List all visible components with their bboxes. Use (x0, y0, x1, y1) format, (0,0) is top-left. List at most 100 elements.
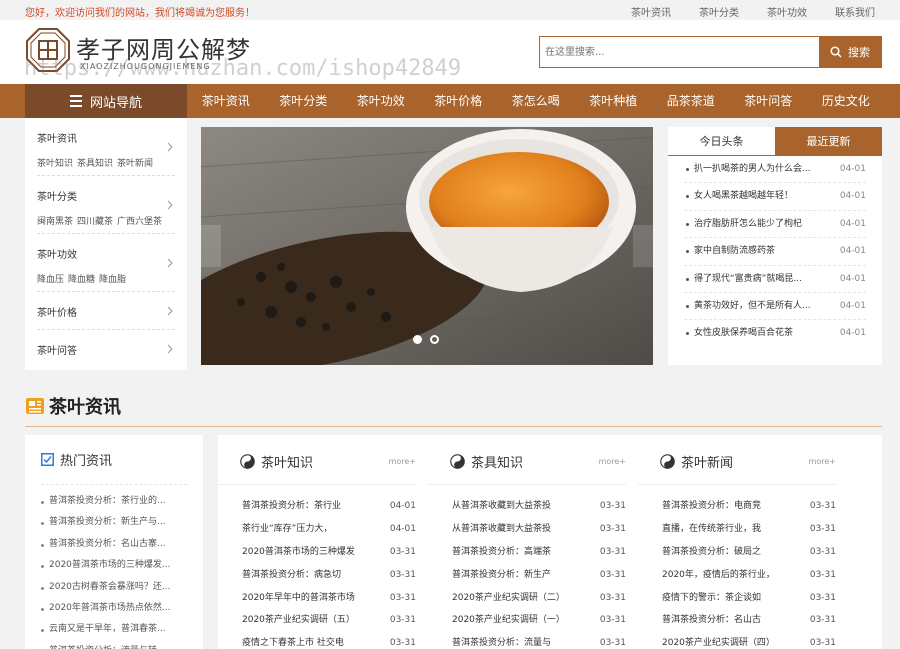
category-sub-link[interactable]: 闽南黑茶 (37, 214, 73, 227)
category-sub-link[interactable]: 茶叶新闻 (117, 156, 153, 169)
slider-prev-button[interactable] (201, 225, 221, 267)
slider-dot[interactable] (413, 335, 422, 344)
category-tea-categories[interactable]: 茶叶分类 闽南黑茶 四川藏茶 广西六堡茶 (37, 176, 175, 234)
list-item[interactable]: 普洱茶投资分析：茶行业的... (41, 491, 187, 512)
more-link[interactable]: more+ (809, 457, 836, 466)
slider-next-button[interactable] (633, 225, 653, 267)
nav-site-navigation[interactable]: 网站导航 (25, 84, 187, 118)
list-item[interactable]: 普洱茶投资分析：名山古寨... (41, 534, 187, 555)
list-item[interactable]: 治疗脂肪肝怎么能少了枸杞 04-01 (684, 211, 866, 239)
nav-item-tea-ceremony[interactable]: 品茶茶道 (652, 84, 730, 118)
category-sub-link[interactable]: 茶具知识 (77, 156, 113, 169)
welcome-text: 您好，欢迎访问我们的网站，我们将竭诚为您服务！ (25, 8, 255, 19)
search-button-label: 搜索 (848, 46, 870, 59)
list-item[interactable]: 扒一扒喝茶的男人为什么会... 04-01 (684, 156, 866, 184)
article-title: 普洱茶投资分析：新生产 (452, 569, 552, 580)
slider-dot[interactable] (430, 335, 439, 344)
category-tea-effects[interactable]: 茶叶功效 降血压 降血糖 降血脂 (37, 234, 175, 292)
list-item[interactable]: 疫情之下春茶上市 社交电 03-31 (218, 632, 416, 649)
category-sub-link[interactable]: 降血脂 (99, 272, 126, 285)
category-sub-link[interactable]: 降血压 (37, 272, 64, 285)
list-item[interactable]: 2020古树春茶会暴涨吗？还... (41, 577, 187, 598)
list-item[interactable]: 2020茶产业纪实调研（四） 03-31 (638, 632, 836, 649)
nav-item-tea-planting[interactable]: 茶叶种植 (575, 84, 653, 118)
nav-home-label: 网站导航 (89, 95, 142, 111)
list-item[interactable]: 普洱茶投资分析：病急切 03-31 (218, 564, 416, 587)
list-item[interactable]: 从普洱茶收藏到大益茶投 03-31 (428, 495, 626, 518)
top-link-tea-categories[interactable]: 茶叶分类 (699, 4, 739, 19)
nav-item-how-to-drink[interactable]: 茶怎么喝 (497, 84, 575, 118)
more-link[interactable]: more+ (389, 457, 416, 466)
list-item[interactable]: 普洱茶投资分析：新生产 03-31 (428, 564, 626, 587)
tab-latest-updates[interactable]: 最近更新 (775, 127, 882, 155)
search-icon (830, 46, 842, 58)
article-title: 普洱茶投资分析：名山古 (662, 615, 762, 626)
nav-item-tea-qa[interactable]: 茶叶问答 (730, 84, 808, 118)
top-bar: 您好，欢迎访问我们的网站，我们将竭诚为您服务！ 茶叶资讯 茶叶分类 茶叶功效 联… (0, 0, 900, 20)
list-item[interactable]: 普洱茶投资分析：电商竞 03-31 (638, 495, 836, 518)
column-list: 普洱茶投资分析：电商竞 03-31 直播，在传统茶行业，我 03-31 普洱茶投资分… (638, 485, 836, 649)
section-heading: 茶叶资讯 (25, 393, 121, 419)
category-tea-prices[interactable]: 茶叶价格 (37, 292, 175, 330)
hot-news-panel: 热门资讯 普洱茶投资分析：茶行业的... 普洱茶投资分析：新生产与... 普洱茶… (25, 435, 203, 649)
list-item[interactable]: 2020茶产业纪实调研（一） 03-31 (428, 609, 626, 632)
category-sub-link[interactable]: 广西六堡茶 (117, 214, 162, 227)
category-sub-link[interactable]: 茶叶知识 (37, 156, 73, 169)
list-item[interactable]: 2020普洱茶市场的三种爆发... (41, 555, 187, 576)
article-date: 03-31 (599, 569, 626, 580)
list-item[interactable]: 女性皮肤保养喝百合花茶 04-01 (684, 320, 866, 347)
list-item[interactable]: 2020年早年中的普洱茶市场 03-31 (218, 587, 416, 610)
list-item[interactable]: 2020茶产业纪实调研（二） 03-31 (428, 587, 626, 610)
nav-item-tea-categories[interactable]: 茶叶分类 (265, 84, 343, 118)
list-item[interactable]: 2020年，疫情后的茶行业， 03-31 (638, 564, 836, 587)
article-date: 03-31 (809, 638, 836, 649)
list-item[interactable]: 从普洱茶收藏到大益茶投 03-31 (428, 518, 626, 541)
article-title: 2020年，疫情后的茶行业， (662, 569, 775, 580)
list-item[interactable]: 普洱茶投资分析：破局之 03-31 (638, 541, 836, 564)
nav-item-history-culture[interactable]: 历史文化 (807, 84, 885, 118)
list-item[interactable]: 家中自制防流感药茶 04-01 (684, 238, 866, 266)
list-item[interactable]: 普洱茶投资分析：高端茶 03-31 (428, 541, 626, 564)
list-item[interactable]: 2020普洱茶市场的三种爆发 03-31 (218, 541, 416, 564)
category-sub-link[interactable]: 降血糖 (68, 272, 95, 285)
search-button[interactable]: 搜索 (819, 37, 881, 67)
search-input[interactable] (540, 37, 819, 67)
top-link-tea-news[interactable]: 茶叶资讯 (631, 4, 671, 19)
watermark: https://www.huzhan.com/ishop42849 (24, 56, 462, 81)
article-date: 03-31 (809, 501, 836, 511)
article-title: 2020普洱茶市场的三种爆发 (242, 546, 355, 557)
article-date: 03-31 (389, 546, 416, 557)
tab-today-headlines[interactable]: 今日头条 (668, 127, 775, 155)
list-item[interactable]: 直播，在传统茶行业，我 03-31 (638, 518, 836, 541)
list-item[interactable]: 2020茶产业纪实调研（五） 03-31 (218, 609, 416, 632)
column-title: 茶具知识 (471, 456, 524, 471)
list-item[interactable]: 普洱茶投资分析：茶行业 04-01 (218, 495, 416, 518)
news-date: 04-01 (839, 246, 866, 257)
top-link-tea-effects[interactable]: 茶叶功效 (767, 4, 807, 19)
list-item[interactable]: 普洱茶投资分析：名山古 03-31 (638, 609, 836, 632)
category-sidebar: 茶叶资讯 茶叶知识 茶具知识 茶叶新闻 茶叶分类 闽南黑茶 四川藏茶 广西六堡茶… (25, 118, 187, 370)
list-item[interactable]: 黄茶功效好，但不是所有人... 04-01 (684, 293, 866, 321)
top-link-contact[interactable]: 联系我们 (835, 4, 875, 19)
list-item[interactable]: 普洱茶投资分析：新生产与... (41, 512, 187, 533)
more-link[interactable]: more+ (599, 457, 626, 466)
category-tea-qa[interactable]: 茶叶问答 (37, 330, 175, 368)
category-title: 茶叶资讯 (37, 134, 77, 145)
article-title: 普洱茶投资分析：茶行业 (242, 501, 342, 511)
list-item[interactable]: 2020年普洱茶市场热点依然... (41, 598, 187, 619)
image-slider[interactable] (201, 127, 653, 365)
category-tea-news[interactable]: 茶叶资讯 茶叶知识 茶具知识 茶叶新闻 (37, 118, 175, 176)
nav-item-tea-news[interactable]: 茶叶资讯 (187, 84, 265, 118)
list-item[interactable]: 疫情下的警示：茶企谈如 03-31 (638, 587, 836, 610)
list-item[interactable]: 得了现代“富贵病”就喝昆... 04-01 (684, 266, 866, 293)
list-item[interactable]: 普洱茶投资分析：流量与转... (41, 641, 187, 649)
nav-item-tea-effects[interactable]: 茶叶功效 (342, 84, 420, 118)
list-item[interactable]: 茶行业“库存”压力大， 04-01 (218, 518, 416, 541)
nav-item-tea-prices[interactable]: 茶叶价格 (420, 84, 498, 118)
category-sub-link[interactable]: 四川藏茶 (77, 214, 113, 227)
list-item[interactable]: 云南又是干旱年，普洱春茶... (41, 619, 187, 640)
list-item[interactable]: 女人喝黑茶越喝越年轻！ 04-01 (684, 183, 866, 211)
article-date: 03-31 (599, 638, 626, 649)
news-list: 扒一扒喝茶的男人为什么会... 04-01 女人喝黑茶越喝越年轻！ 04-01 治疗… (668, 156, 882, 348)
list-item[interactable]: 普洱茶投资分析：流量与 03-31 (428, 632, 626, 649)
